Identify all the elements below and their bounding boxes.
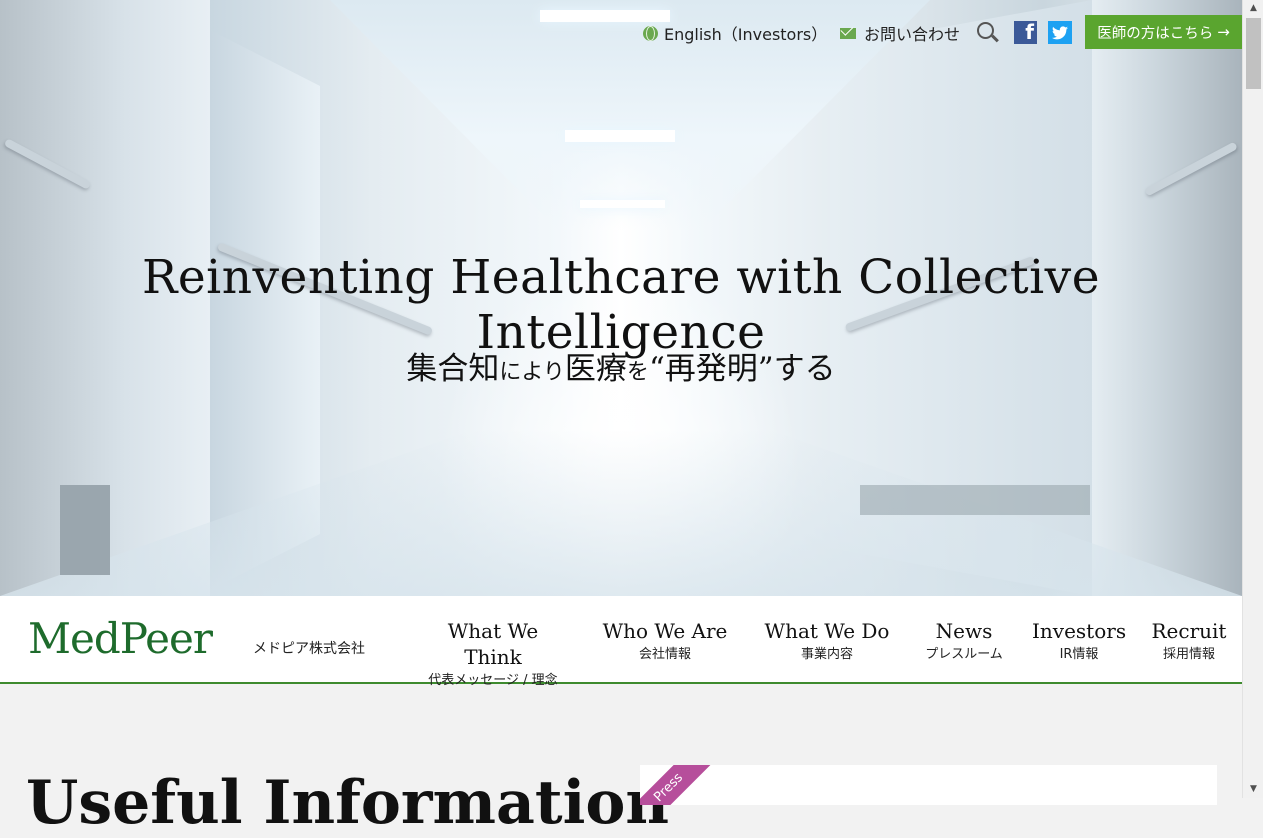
nav-item-investors[interactable]: Investors IR情報 <box>1032 618 1126 664</box>
nav-item-what-we-think[interactable]: What We Think 代表メッセージ / 理念 <box>418 618 568 690</box>
hero-subtitle-part: を <box>626 360 649 385</box>
nav-item-title: What We Do <box>764 619 890 643</box>
press-card[interactable]: Press <box>640 765 1217 805</box>
nav-item-title: News <box>935 619 993 643</box>
scroll-up-icon[interactable]: ▲ <box>1243 0 1263 17</box>
section-heading: Useful Information <box>26 768 670 838</box>
arrow-right-icon: → <box>1217 23 1230 41</box>
nav-item-title: What We Think <box>447 619 539 669</box>
medpeer-logo[interactable]: MedPeer <box>28 614 213 663</box>
nav-item-subtitle: IR情報 <box>1059 647 1099 662</box>
press-tag: Press <box>640 765 718 805</box>
search-icon[interactable] <box>977 22 999 44</box>
hero-banner: Reinventing Healthcare with Collective I… <box>0 0 1242 596</box>
nav-item-title: Investors <box>1032 619 1127 643</box>
nav-item-news[interactable]: News プレスルーム <box>918 618 1010 664</box>
nav-item-subtitle: 会社情報 <box>638 647 691 662</box>
facebook-icon[interactable]: f <box>1014 20 1037 44</box>
globe-icon <box>643 25 658 41</box>
nav-item-subtitle: 事業内容 <box>800 647 853 662</box>
hero-cart <box>60 485 110 575</box>
company-name: メドピア株式会社 <box>253 641 365 657</box>
nav-item-what-we-do[interactable]: What We Do 事業内容 <box>762 618 892 664</box>
nav-item-subtitle: 採用情報 <box>1162 647 1215 662</box>
hero-subtitle-part: する <box>773 351 836 387</box>
scroll-down-icon[interactable]: ▼ <box>1243 781 1263 798</box>
scrollbar-thumb[interactable] <box>1246 18 1261 89</box>
doctor-button-label: 医師の方はこちら <box>1097 25 1214 42</box>
hero-subtitle-part: により <box>499 360 565 385</box>
contact-link[interactable]: お問い合わせ <box>840 18 960 48</box>
nav-item-subtitle: 代表メッセージ / 理念 <box>428 673 558 688</box>
twitter-icon[interactable] <box>1048 21 1072 44</box>
nav-item-subtitle: プレスルーム <box>925 647 1003 662</box>
nav-item-title: Who We Are <box>602 619 728 643</box>
main-navbar: MedPeer メドピア株式会社 What We Think 代表メッセージ /… <box>0 596 1242 688</box>
ceiling-light <box>565 130 675 142</box>
vertical-scrollbar[interactable]: ▲ ▼ <box>1242 0 1263 798</box>
hero-subtitle: 集合知により医療を“再発明”する <box>0 343 1242 388</box>
english-investors-label: English（Investors） <box>664 25 828 44</box>
hero-subtitle-part: “再発明” <box>648 351 774 387</box>
nav-item-who-we-are[interactable]: Who We Are 会社情報 <box>600 618 730 664</box>
mail-icon <box>840 27 856 39</box>
nav-item-title: Recruit <box>1151 619 1227 643</box>
doctor-portal-button[interactable]: 医師の方はこちら → <box>1085 15 1242 49</box>
hero-baseboard <box>860 485 1090 515</box>
hero-subtitle-part: 集合知 <box>406 351 500 387</box>
nav-item-recruit[interactable]: Recruit 採用情報 <box>1150 618 1228 664</box>
hero-subtitle-part: 医療 <box>564 351 627 387</box>
english-investors-link[interactable]: English（Investors） <box>643 18 827 48</box>
ceiling-light <box>580 200 665 208</box>
contact-label: お問い合わせ <box>864 25 961 44</box>
facebook-letter: f <box>1025 20 1034 44</box>
